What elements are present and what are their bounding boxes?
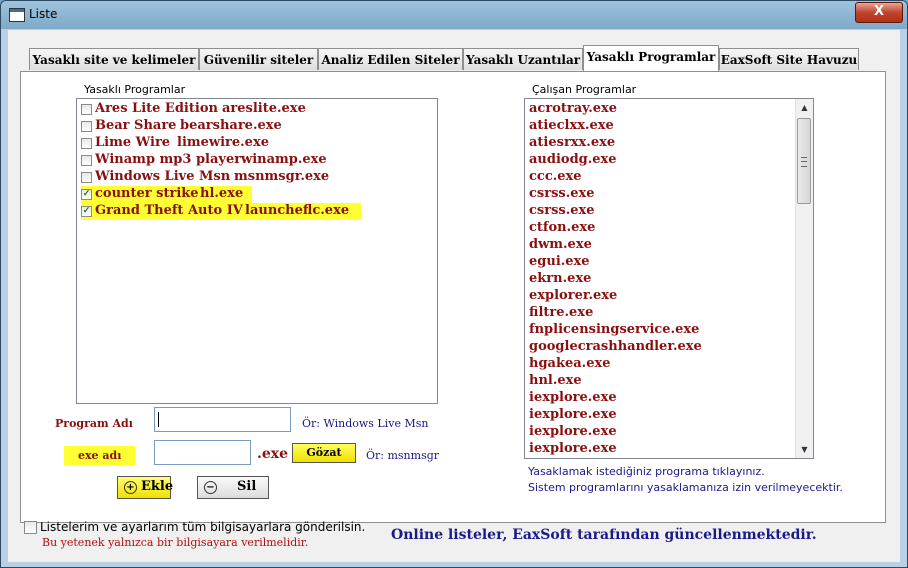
running-program-item[interactable]: iexplore.exe [529,390,617,407]
share-warning: Bu yetenek yalnızca bir bilgisayara veri… [42,536,309,549]
tab-trusted-sites[interactable]: Güvenilir siteler [199,48,318,70]
tab-banned-extensions[interactable]: Yasaklı Uzantılar [463,48,583,70]
exe-name-input[interactable] [154,440,251,465]
grip-icon [801,157,807,167]
banned-program-exe: launcheflc.exe [245,203,350,218]
scroll-down-arrow-icon[interactable]: ▼ [796,441,813,458]
exe-name-hint: Ör: msnmsgr [366,449,440,462]
banned-program-item[interactable]: Bear Share bearshare.exe [81,118,288,135]
app-window: Liste X Yasaklı site ve kelimeler Güveni… [0,0,908,568]
running-program-item[interactable]: dwm.exe [529,237,592,254]
client-area: Yasaklı site ve kelimeler Güvenilir site… [8,30,900,562]
item-checkbox[interactable] [81,172,92,183]
banned-program-exe: bearshare.exe [180,118,282,133]
running-program-item[interactable]: iexplore.exe [529,424,617,441]
banned-program-exe: limewire.exe [177,135,269,150]
running-program-item[interactable]: atiesrxx.exe [529,135,615,152]
program-name-hint: Ör: Windows Live Msn [302,417,429,430]
close-button[interactable]: X [855,2,903,23]
running-program-item[interactable]: explorer.exe [529,288,617,305]
share-settings-label[interactable]: Listelerim ve ayarlarım tüm bilgisayarla… [40,520,365,534]
tab-analyzed-sites[interactable]: Analiz Edilen Siteler [318,48,463,70]
item-checkbox[interactable]: ✓ [81,206,92,217]
running-program-item[interactable]: ekrn.exe [529,271,591,288]
running-program-item[interactable]: googlecrashhandler.exe [529,339,702,356]
plus-icon: + [124,481,137,494]
banned-program-name: Windows Live Msn [95,169,231,184]
scroll-up-arrow-icon[interactable]: ▲ [796,99,813,116]
running-program-item[interactable]: audiodg.exe [529,152,617,169]
banned-program-exe: msnmsgr.exe [234,169,330,184]
banned-program-name: Lime Wire [95,135,171,150]
banned-program-name: Winamp mp3 player [95,152,242,167]
banned-program-name: Grand Theft Auto IV [95,203,243,218]
running-program-item[interactable]: ctfon.exe [529,220,595,237]
running-programs-title: Çalışan Programlar [532,83,637,96]
running-program-item[interactable]: csrss.exe [529,186,595,203]
running-program-item[interactable]: hgakea.exe [529,356,611,373]
running-program-item[interactable]: egui.exe [529,254,590,271]
banned-program-name: Bear Share [95,118,177,133]
running-info-line2: Sistem programlarını yasaklamanıza izin … [528,481,843,494]
banned-program-name: Ares Lite Edition [95,101,218,116]
running-scrollbar[interactable]: ▲ ▼ [795,99,813,458]
item-checkbox[interactable]: ✓ [81,189,92,200]
banned-program-exe: areslite.exe [222,101,306,116]
banned-program-item[interactable]: ✓ counter strike hl.exe [81,186,252,203]
scroll-thumb[interactable] [797,118,811,204]
minus-icon: − [204,481,217,494]
banned-program-item[interactable]: Ares Lite Edition areslite.exe [81,101,322,118]
banned-program-item[interactable]: Lime Wire limewire.exe [81,135,277,152]
running-program-item[interactable]: acrotray.exe [529,101,617,118]
running-program-item[interactable]: iexplore.exe [529,441,617,458]
program-name-input[interactable] [154,407,291,432]
banned-program-exe: hl.exe [200,186,244,201]
program-name-label: Program Adı [55,417,133,430]
title-bar[interactable]: Liste X [1,1,907,29]
running-programs-list[interactable]: acrotray.exe atieclxx.exe atiesrxx.exe audi… [524,98,814,459]
item-checkbox[interactable] [81,155,92,166]
banned-program-item[interactable]: Winamp mp3 player winamp.exe [81,152,327,169]
banned-programs-list[interactable]: Ares Lite Edition areslite.exe Bear Share b… [76,98,438,404]
tab-panel: Yasaklı Programlar Ares Lite Edition ares… [20,71,886,523]
banned-programs-title: Yasaklı Programlar [84,83,186,96]
item-checkbox[interactable] [81,121,92,132]
text-caret [158,412,159,427]
window-icon [9,8,25,22]
browse-button[interactable]: Gözat [292,443,356,463]
running-program-item[interactable]: hnl.exe [529,373,582,390]
tab-site-pool[interactable]: EaxSoft Site Havuzu [719,48,859,70]
add-button[interactable]: + Ekle [117,476,173,499]
window-title: Liste [29,7,58,21]
banned-program-exe: winamp.exe [241,152,327,167]
tab-banned-sites[interactable]: Yasaklı site ve kelimeler [29,48,199,70]
running-program-item[interactable]: filtre.exe [529,305,593,322]
banned-program-item[interactable]: Windows Live Msn msnmsgr.exe [81,169,330,186]
running-program-item[interactable]: iexplore.exe [529,407,617,424]
running-info-line1: Yasaklamak istediğiniz programa tıklayın… [528,465,765,478]
running-program-item[interactable]: csrss.exe [529,203,595,220]
running-program-item[interactable]: fnplicensingservice.exe [529,322,699,339]
exe-name-label: exe adı [64,446,136,465]
running-program-item[interactable]: ccc.exe [529,169,582,186]
online-lists-note: Online listeler, EaxSoft tarafından günc… [391,527,817,543]
share-settings-checkbox[interactable] [24,521,37,534]
item-checkbox[interactable] [81,138,92,149]
running-program-item[interactable]: atieclxx.exe [529,118,614,135]
tab-banned-programs[interactable]: Yasaklı Programlar [583,45,719,71]
banned-program-item[interactable]: ✓ Grand Theft Auto IV launcheflc.exe [81,203,361,220]
banned-program-name: counter strike [95,186,199,201]
exe-suffix: .exe [257,446,289,462]
delete-button[interactable]: − Sil [197,476,269,499]
item-checkbox[interactable] [81,104,92,115]
